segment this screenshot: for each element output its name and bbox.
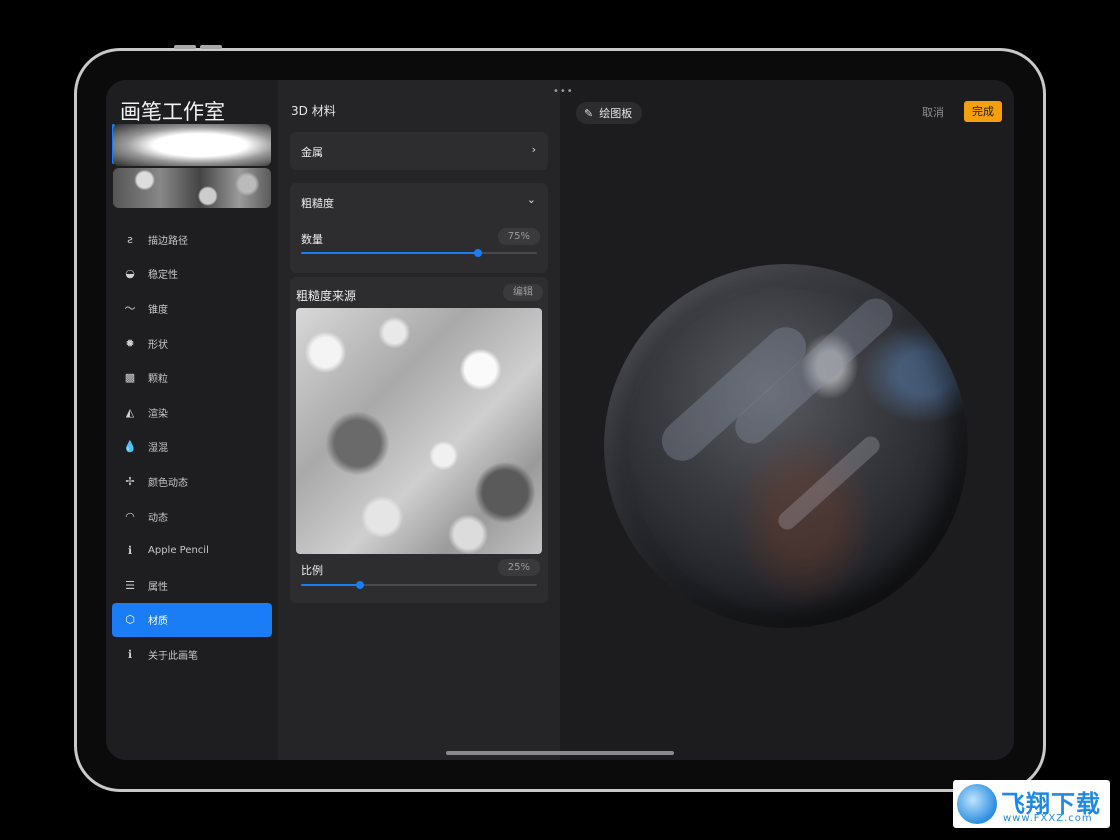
chevron-down-icon[interactable]: ⌄ [527, 193, 536, 206]
sidebar-item-taper[interactable]: 〜锥度 [112, 291, 272, 326]
sidebar-item-color-dynamics[interactable]: ✢ 颜色动态 [112, 464, 272, 499]
metallic-row[interactable]: 金属 › [290, 132, 548, 170]
brush-grain-preview[interactable] [113, 168, 271, 208]
grain-icon: ▩ [124, 371, 136, 385]
sidebar-item-label: 锥度 [148, 304, 168, 316]
section-heading: 3D 材料 [291, 104, 336, 118]
dynamics-icon: ◠ [125, 509, 135, 523]
sidebar-item-label: 渲染 [148, 408, 168, 420]
sidebar-item-about-brush[interactable]: ℹ 关于此画笔 [112, 637, 272, 672]
brush-studio-title: 画笔工作室 [120, 100, 225, 124]
sidebar-item-label: 材质 [148, 616, 168, 628]
sidebar-item-label: 关于此画笔 [148, 650, 198, 662]
rendering-icon: ◭ [125, 405, 135, 419]
sidebar-item-label: 描边路径 [148, 235, 188, 247]
amount-value: 75% [497, 228, 540, 245]
watermark-url: www.FXXZ.com [1003, 813, 1093, 824]
stabilization-icon: ◒ [125, 267, 135, 281]
drawing-pad-button[interactable]: ✎ 绘图板 [576, 102, 643, 124]
sidebar-item-rendering[interactable]: ◭ 渲染 [112, 395, 272, 430]
amount-slider-knob[interactable] [474, 249, 482, 257]
sidebar-item-label: 颜色动态 [148, 477, 188, 489]
scale-value: 25% [497, 559, 540, 576]
sidebar-item-label: 稳定性 [148, 270, 178, 282]
scale-label: 比例 [301, 564, 323, 577]
sidebar-item-stabilization[interactable]: ◒ 稳定性 [112, 257, 272, 292]
drawing-pad-label: 绘图板 [599, 107, 633, 120]
about-brush-icon: ℹ [127, 647, 133, 661]
done-button[interactable]: 完成 [964, 101, 1002, 122]
brush-stroke-preview[interactable] [113, 124, 271, 166]
amount-slider-fill [301, 252, 478, 254]
apple-pencil-icon: ℹ [127, 544, 133, 558]
materials-icon: ⬡ [125, 613, 135, 627]
watermark-logo-icon [957, 784, 997, 824]
sidebar-item-label: 形状 [148, 339, 168, 351]
sidebar-item-shape[interactable]: ✹ 形状 [112, 326, 272, 361]
home-indicator[interactable] [446, 751, 674, 755]
edit-button[interactable]: 编辑 [503, 284, 543, 301]
brush-studio-sidebar: 画笔工作室 ƨ 描边路径 ◒ 稳定性〜锥度 ✹ 形状 ▩ 颗粒 ◭ 渲染 💧 湿混 ✢ 颜色动态 ◠ 动态 ℹ A… [106, 80, 278, 760]
sphere-streak [774, 432, 884, 534]
sidebar-item-label: 湿混 [148, 443, 168, 455]
sidebar-item-stroke-path[interactable]: ƨ 描边路径 [112, 222, 272, 257]
cancel-button[interactable]: 取消 [922, 104, 944, 120]
scale-slider[interactable] [301, 581, 537, 589]
watermark: 飞翔下载 www.FXXZ.com [953, 780, 1110, 828]
material-preview: ✎ 绘图板 取消 完成 [560, 80, 1014, 760]
sidebar-item-materials[interactable]: ⬡ 材质 [112, 602, 272, 638]
scale-slider-fill [301, 584, 360, 586]
wet-mix-icon: 💧 [123, 440, 137, 454]
sidebar-item-grain[interactable]: ▩ 颗粒 [112, 360, 272, 395]
brush-settings-menu: ƨ 描边路径 ◒ 稳定性〜锥度 ✹ 形状 ▩ 颗粒 ◭ 渲染 💧 湿混 ✢ 颜色动态 ◠ 动态 ℹ Apple P… [112, 222, 272, 672]
settings-panel: 3D 材料 金属 › 粗糙度 ⌄ 数量 75% 粗糙度来源 编辑 比例 25% [278, 80, 560, 760]
roughness-card: 粗糙度 ⌄ 数量 75% [290, 183, 548, 273]
amount-label: 数量 [301, 233, 323, 246]
roughness-source-label: 粗糙度来源 [296, 289, 357, 303]
roughness-label: 粗糙度 [301, 197, 334, 210]
sidebar-item-apple-pencil[interactable]: ℹ Apple Pencil [112, 533, 272, 568]
stroke-path-icon: ƨ [127, 232, 133, 246]
color-dynamics-icon: ✢ [125, 474, 135, 488]
sidebar-item-label: 动态 [148, 512, 168, 524]
scale-slider-knob[interactable] [356, 581, 364, 589]
sidebar-item-wet-mix[interactable]: 💧 湿混 [112, 430, 272, 465]
amount-slider[interactable] [301, 249, 537, 257]
sidebar-item-properties[interactable]: ☰ 属性 [112, 568, 272, 603]
roughness-texture-image[interactable] [296, 308, 542, 554]
properties-icon: ☰ [125, 578, 135, 592]
edit-square-icon: ✎ [584, 106, 594, 120]
shape-icon: ✹ [125, 336, 135, 350]
metallic-label: 金属 [301, 146, 323, 159]
sidebar-item-dynamics[interactable]: ◠ 动态 [112, 499, 272, 534]
chevron-right-icon: › [531, 143, 536, 156]
top-button [174, 45, 196, 49]
screen: 画笔工作室 ƨ 描边路径 ◒ 稳定性〜锥度 ✹ 形状 ▩ 颗粒 ◭ 渲染 💧 湿混 ✢ 颜色动态 ◠ 动态 ℹ A… [106, 80, 1014, 760]
sidebar-item-label: 颗粒 [148, 374, 168, 386]
sidebar-item-label: Apple Pencil [148, 545, 209, 557]
multitask-dots-icon[interactable]: ••• [553, 86, 574, 97]
sidebar-item-label: 属性 [148, 581, 168, 593]
taper-icon: 〜 [124, 302, 136, 316]
3d-material-sphere[interactable] [604, 264, 968, 628]
volume-button [200, 45, 222, 49]
